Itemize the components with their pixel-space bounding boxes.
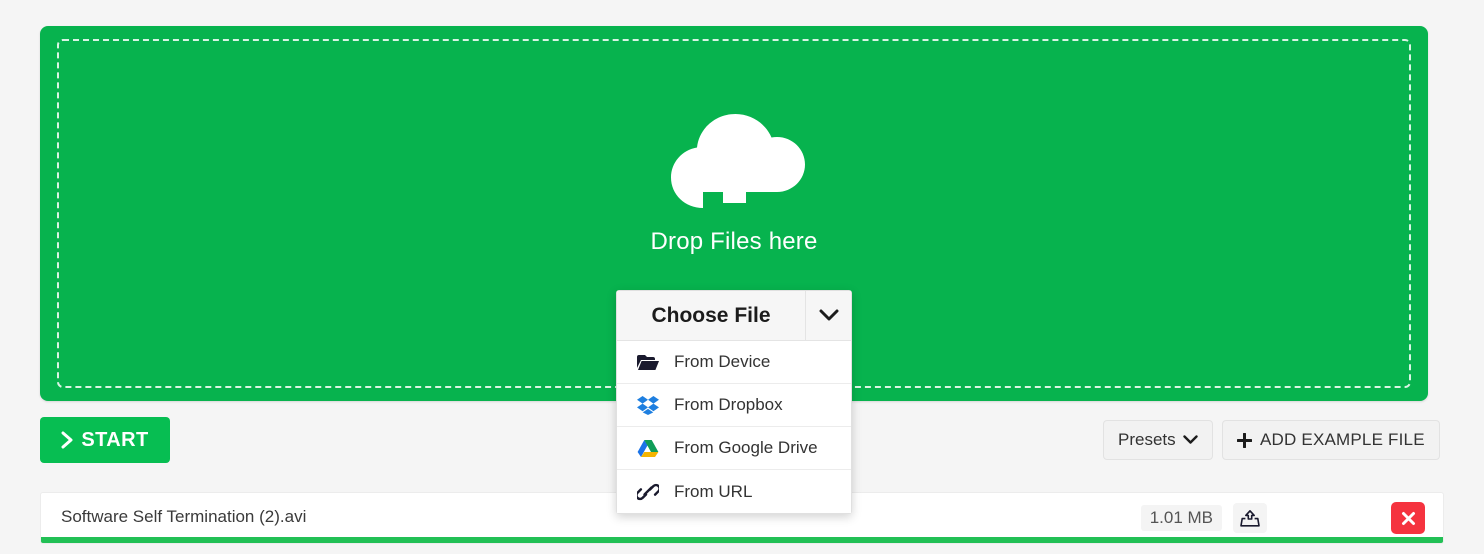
chevron-right-icon	[61, 431, 73, 449]
menu-item-from-dropbox[interactable]: From Dropbox	[617, 384, 851, 427]
file-size: 1.01 MB	[1140, 505, 1222, 531]
upload-tray-icon[interactable]	[1233, 503, 1267, 533]
upload-page: Drop Files here Choose File From Device	[0, 0, 1484, 554]
choose-file-label: Choose File	[651, 303, 771, 327]
start-button[interactable]: START	[40, 417, 170, 463]
menu-item-label: From Dropbox	[674, 395, 783, 414]
start-label: START	[81, 428, 149, 451]
dropbox-icon	[635, 394, 661, 416]
file-name: Software Self Termination (2).avi	[61, 507, 307, 526]
remove-file-button[interactable]	[1391, 502, 1425, 534]
menu-item-label: From URL	[674, 481, 753, 501]
add-example-file-button[interactable]: ADD EXAMPLE FILE	[1222, 420, 1440, 460]
choose-file-button[interactable]: Choose File	[617, 291, 851, 341]
upload-progress-bar	[41, 537, 1443, 543]
add-example-file-label: ADD EXAMPLE FILE	[1260, 430, 1425, 449]
menu-item-from-device[interactable]: From Device	[617, 341, 851, 384]
choose-file-dropdown[interactable]: Choose File From Device From Dropbox Fro…	[616, 290, 852, 514]
cloud-upload-icon	[671, 114, 805, 208]
folder-open-icon	[635, 351, 661, 373]
menu-item-label: From Google Drive	[674, 438, 818, 457]
menu-item-from-google-drive[interactable]: From Google Drive	[617, 427, 851, 470]
plus-icon	[1237, 432, 1252, 448]
presets-button[interactable]: Presets	[1103, 420, 1213, 460]
dropzone-label: Drop Files here	[650, 228, 818, 255]
presets-label: Presets	[1118, 430, 1176, 449]
close-icon	[1401, 511, 1415, 525]
menu-item-label: From Device	[674, 352, 771, 371]
google-drive-icon	[635, 437, 661, 459]
chevron-down-icon	[1182, 435, 1198, 444]
chevron-down-icon[interactable]	[805, 291, 851, 340]
upload-progress-fill	[41, 537, 1443, 543]
dropzone-content: Drop Files here	[40, 104, 1428, 256]
link-icon	[635, 481, 661, 503]
menu-item-from-url[interactable]: From URL	[617, 470, 851, 513]
